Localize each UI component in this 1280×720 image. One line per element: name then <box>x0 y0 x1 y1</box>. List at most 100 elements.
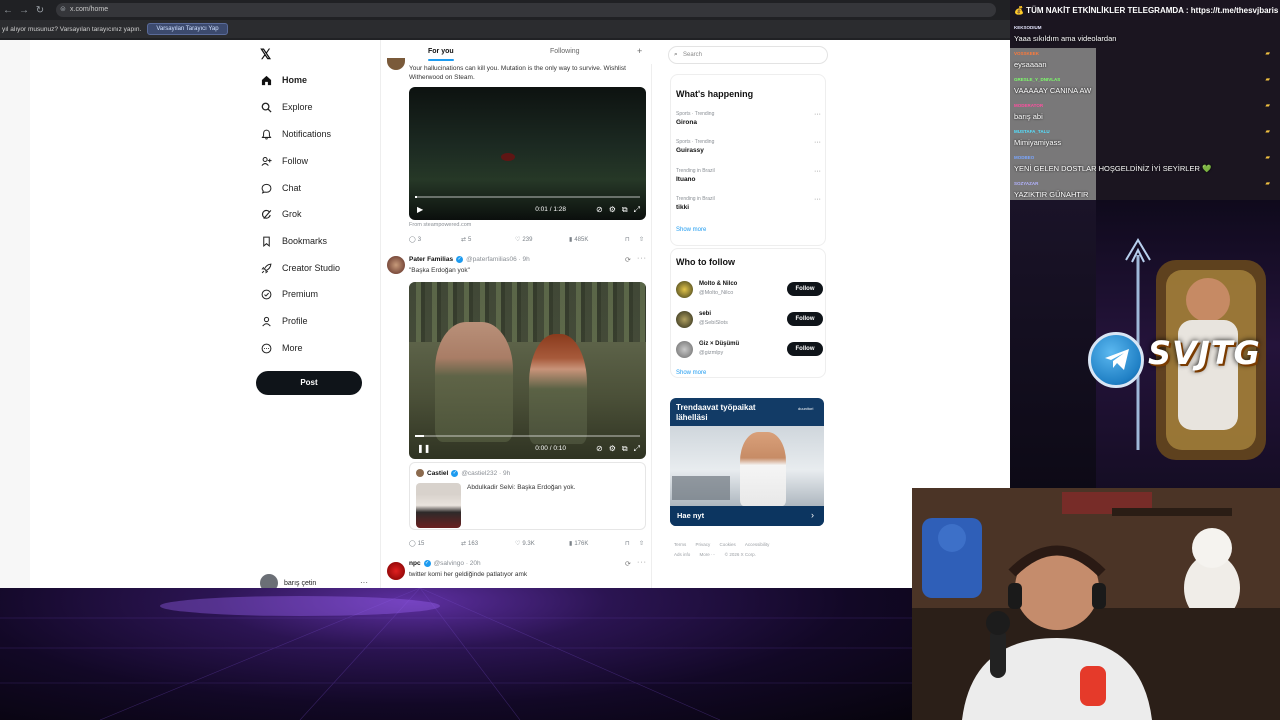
more-options-icon[interactable]: ··· <box>814 168 821 175</box>
follow-button[interactable]: Follow <box>787 312 823 326</box>
footer-link[interactable]: Privacy <box>696 542 711 547</box>
trend-item[interactable]: Trending in Brazil tikki ··· <box>676 196 821 211</box>
search-input[interactable]: ⌕ Search <box>668 46 828 64</box>
webcam-feed <box>912 488 1280 720</box>
author-handle[interactable]: @salvingo · 20h <box>434 560 481 567</box>
fullscreen-icon[interactable]: ⤢ <box>634 205 640 215</box>
follow-suggestion[interactable]: sebi @SebiSlots Follow <box>676 309 826 331</box>
views-button[interactable]: ▮ 485K <box>569 236 588 244</box>
footer-link[interactable]: More ··· <box>700 552 716 557</box>
video-player[interactable]: ▶ 0:01 / 1:28 ⊘ ⚙ ⧉ ⤢ <box>409 87 646 220</box>
post-button[interactable]: Post <box>256 371 362 395</box>
avatar[interactable] <box>387 58 405 70</box>
sidebar-item-profile[interactable]: Profile <box>260 315 308 327</box>
repost-icon: ⇄ <box>461 237 467 243</box>
footer-link[interactable]: Accessibility <box>745 542 770 547</box>
more-options-icon[interactable]: ··· <box>637 559 647 566</box>
forward-icon[interactable]: → <box>16 5 32 16</box>
video-control-icons: ⊘ ⚙ ⧉ ⤢ <box>596 444 640 454</box>
settings-icon[interactable]: ⚙ <box>609 205 616 215</box>
panel-title: Who to follow <box>676 257 735 267</box>
avatar[interactable] <box>387 562 405 580</box>
x-logo[interactable]: 𝕏 <box>260 46 271 63</box>
sidebar-item-bookmarks[interactable]: Bookmarks <box>260 235 327 247</box>
views-button[interactable]: ▮ 176K <box>569 540 588 548</box>
bookmark-button[interactable]: ⊓ <box>625 236 630 243</box>
reply-button[interactable]: ◯ 3 <box>409 236 421 244</box>
more-options-icon[interactable]: ··· <box>637 255 647 262</box>
site-info-icon[interactable]: ⊜ <box>60 3 66 17</box>
more-options-icon[interactable]: ··· <box>814 139 821 146</box>
pip-icon[interactable]: ⧉ <box>622 444 628 454</box>
reload-icon[interactable]: ↻ <box>32 5 48 16</box>
ad-cta-label: Hae nyt <box>677 511 705 520</box>
more-options-icon[interactable]: ··· <box>814 111 821 118</box>
sidebar-item-premium[interactable]: Premium <box>260 288 318 300</box>
badge-icon: ▰ <box>1265 129 1270 135</box>
tab-following[interactable]: Following <box>550 48 580 55</box>
views-icon: ▮ <box>569 237 573 243</box>
avatar[interactable] <box>387 256 405 274</box>
repost-button[interactable]: ⇄ 5 <box>461 236 471 244</box>
sidebar-item-grok[interactable]: Grok <box>260 208 302 220</box>
author-name[interactable]: npc <box>409 560 421 567</box>
chat-text: YENİ GELEN DOSTLAR HOŞGELDİNİZ İYİ SEYİR… <box>1014 164 1212 173</box>
suggestion-name: Molto & Nilco <box>699 281 738 287</box>
ad-cta[interactable]: Hae nyt › <box>670 506 824 526</box>
follow-button[interactable]: Follow <box>787 282 823 296</box>
pip-icon[interactable]: ⧉ <box>622 205 628 215</box>
sidebar-item-home[interactable]: Home <box>260 74 307 86</box>
bookmark-button[interactable]: ⊓ <box>625 540 630 547</box>
sidebar-item-notifications[interactable]: Notifications <box>260 128 331 140</box>
pause-icon[interactable]: ❚❚ <box>417 444 430 453</box>
sidebar-item-label: Explore <box>282 102 313 112</box>
repost-button[interactable]: ⇄ 163 <box>461 540 478 548</box>
home-icon <box>260 74 272 86</box>
grok-explain-icon[interactable]: ⟳ <box>625 560 631 568</box>
link-source[interactable]: From steampowered.com <box>409 222 471 228</box>
share-button[interactable]: ⇧ <box>639 540 644 547</box>
set-default-browser-button[interactable]: Varsayılan Tarayıcı Yap <box>147 23 228 35</box>
like-button[interactable]: ♡ 239 <box>515 236 532 244</box>
author-name[interactable]: Pater Familias <box>409 256 453 263</box>
share-button[interactable]: ⇧ <box>639 236 644 243</box>
follow-suggestion[interactable]: Giz × Düşümü @gizmlpy Follow <box>676 339 826 361</box>
settings-icon[interactable]: ⚙ <box>609 444 616 454</box>
follow-button[interactable]: Follow <box>787 342 823 356</box>
sidebar-item-explore[interactable]: Explore <box>260 101 313 113</box>
grok-explain-icon[interactable]: ⟳ <box>625 256 631 264</box>
mute-icon[interactable]: ⊘ <box>596 205 603 215</box>
reply-button[interactable]: ◯ 15 <box>409 540 424 548</box>
video-progress-bar[interactable] <box>415 196 640 198</box>
trend-item[interactable]: Sports · Trending Guirassy ··· <box>676 139 821 154</box>
mute-icon[interactable]: ⊘ <box>596 444 603 454</box>
badge-icon: ▰ <box>1265 51 1270 57</box>
author-handle[interactable]: @paterfamilias06 · 9h <box>466 256 530 263</box>
trend-item[interactable]: Sports · Trending Girona ··· <box>676 111 821 126</box>
sidebar-item-chat[interactable]: Chat <box>260 182 301 194</box>
account-switcher[interactable]: barış çetin <box>260 574 316 588</box>
sidebar-item-more[interactable]: More <box>260 342 303 354</box>
quoted-tweet[interactable]: Castiel ✓ @castiel232 · 9h Abdulkadir Se… <box>409 462 646 530</box>
sidebar-item-creator-studio[interactable]: Creator Studio <box>260 262 340 274</box>
play-icon[interactable]: ▶ <box>417 205 423 214</box>
footer-link[interactable]: Cookies <box>720 542 736 547</box>
fullscreen-icon[interactable]: ⤢ <box>634 444 640 454</box>
promoted-ad[interactable]: Trendaavat työpaikat lähelläsi duunitori… <box>670 398 824 526</box>
video-player[interactable]: ❚❚ 0:00 / 0:10 ⊘ ⚙ ⧉ ⤢ <box>409 282 646 459</box>
more-options-icon[interactable]: ··· <box>814 196 821 203</box>
show-more-link[interactable]: Show more <box>676 227 706 233</box>
account-menu-icon[interactable]: ··· <box>360 578 368 587</box>
tab-for-you[interactable]: For you <box>428 48 454 61</box>
address-bar[interactable]: ⊜ x.com/home <box>56 3 996 17</box>
add-tab-icon[interactable]: + <box>637 46 642 56</box>
trend-item[interactable]: Trending in Brazil Ituano ··· <box>676 168 821 183</box>
back-icon[interactable]: ← <box>0 5 16 16</box>
follow-suggestion[interactable]: Molto & Nilco @Molto_Nilco Follow <box>676 279 826 301</box>
sidebar-item-follow[interactable]: Follow <box>260 155 308 167</box>
show-more-link[interactable]: Show more <box>676 370 706 376</box>
like-button[interactable]: ♡ 9.3K <box>515 540 535 548</box>
video-progress-bar[interactable] <box>415 435 640 437</box>
footer-link[interactable]: Ads info <box>674 552 690 557</box>
footer-link[interactable]: Terms <box>674 542 686 547</box>
